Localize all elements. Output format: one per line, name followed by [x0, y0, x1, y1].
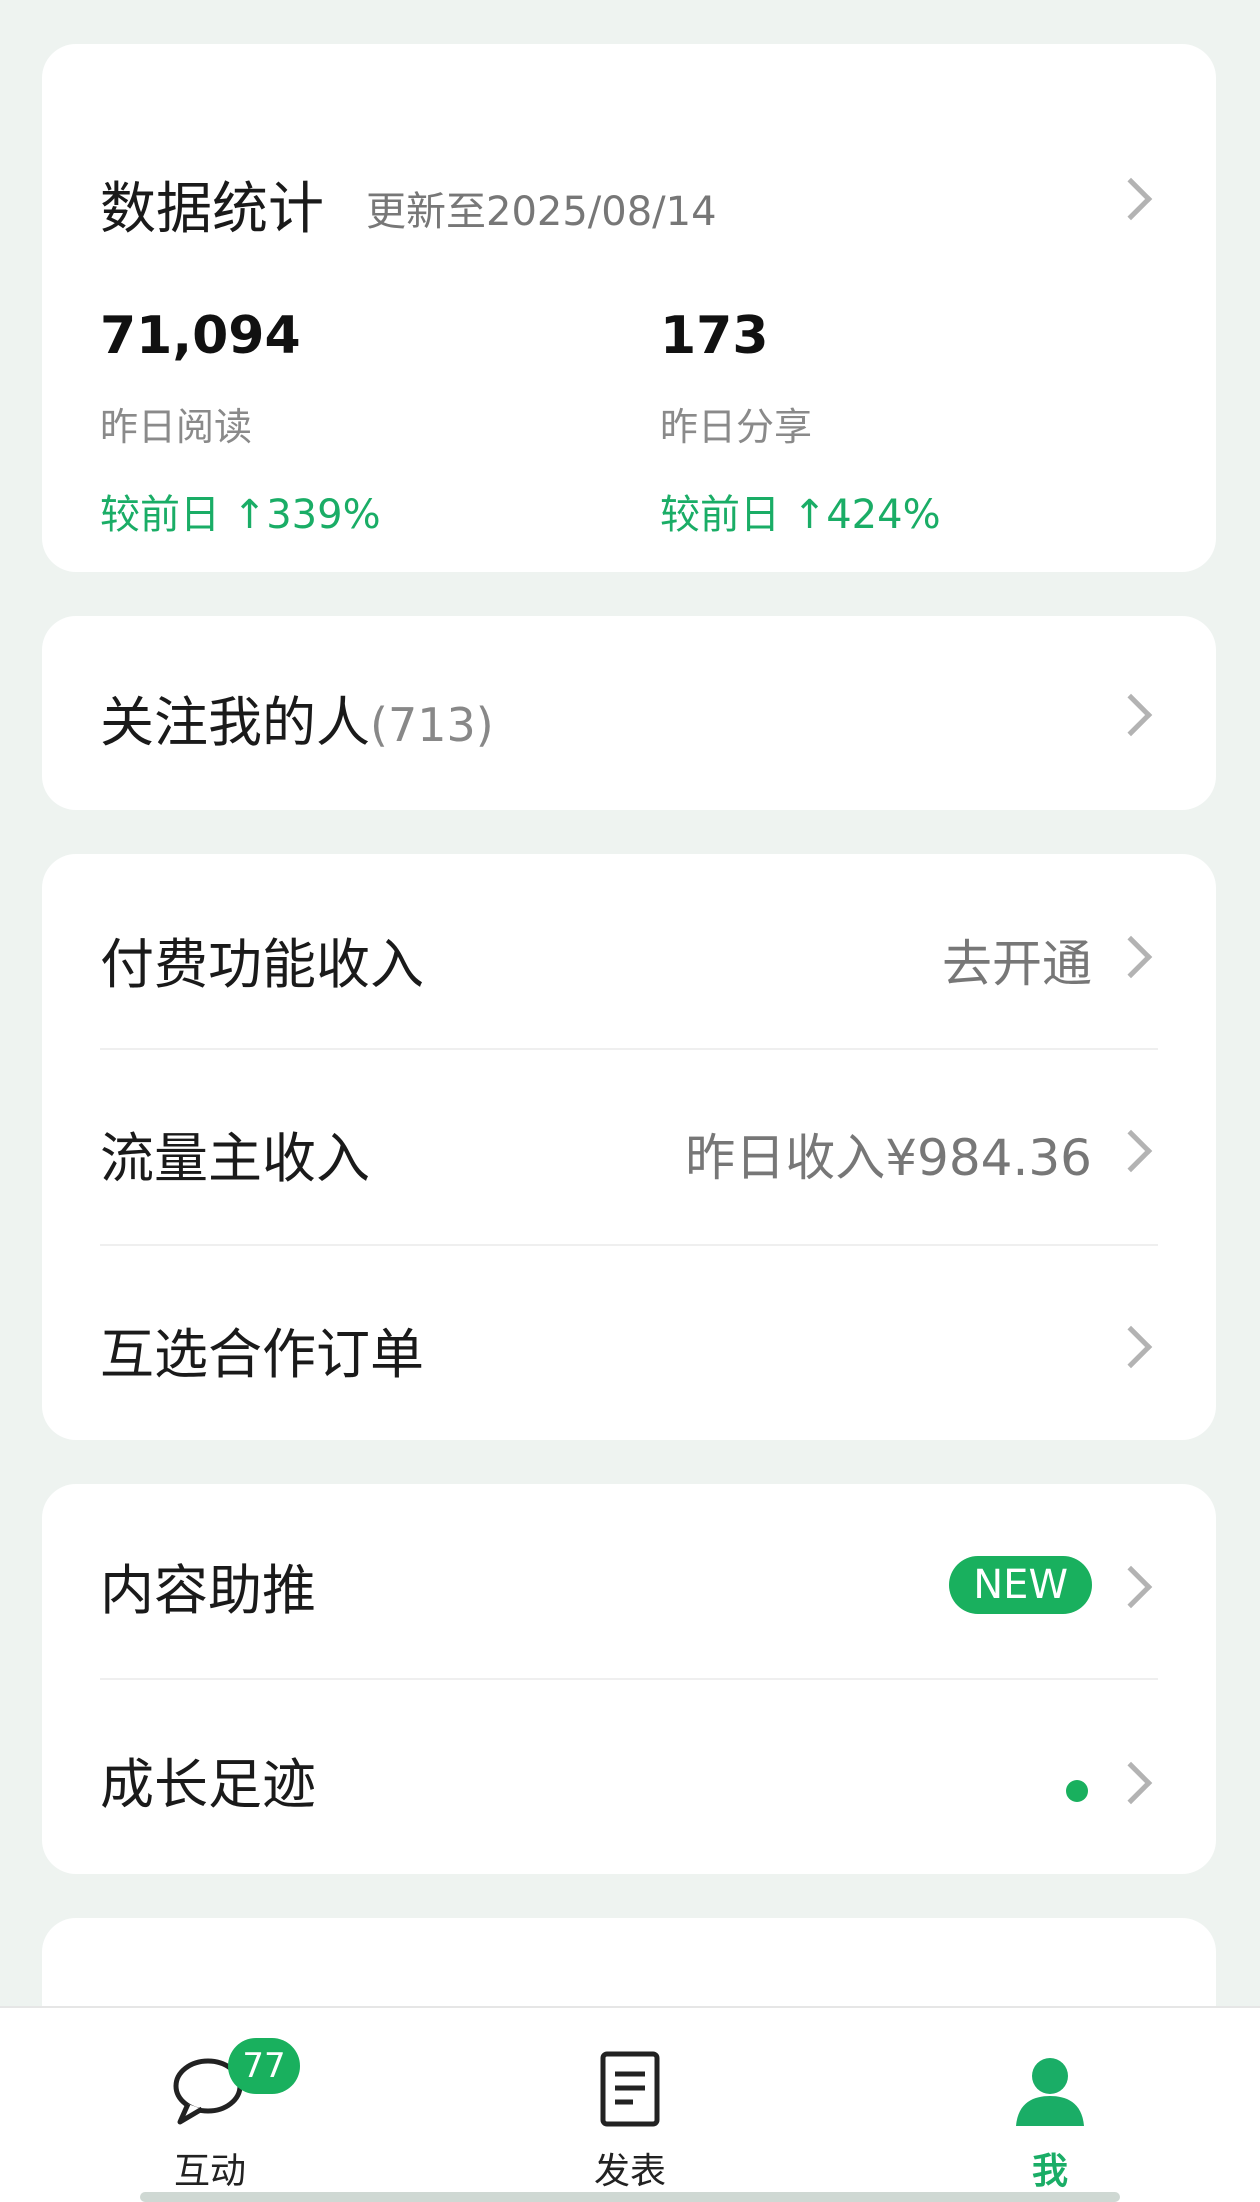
chevron-right-icon	[1109, 1761, 1153, 1805]
tab-interact-label: 互动	[173, 2151, 246, 2192]
shares-change: 较前日 ↑424%	[660, 492, 941, 538]
tab-publish-label: 发表	[593, 2151, 666, 2192]
yesterday-income-value: 昨日收入¥984.36	[685, 1129, 1092, 1187]
yesterday-shares-label: 昨日分享	[660, 405, 813, 449]
tab-publish[interactable]: 发表	[540, 2038, 720, 2192]
unread-count-badge: 77	[228, 2038, 300, 2094]
stats-updated-date: 更新至2025/08/14	[366, 189, 717, 235]
chevron-right-icon	[1109, 1129, 1153, 1173]
tab-me[interactable]: 我	[960, 2038, 1140, 2192]
stats-title: 数据统计	[100, 177, 324, 242]
followers-count: (713)	[370, 698, 494, 752]
chevron-right-icon	[1109, 693, 1153, 737]
data-stats-card[interactable]: 数据统计 更新至2025/08/14 71,094 昨日阅读 较前日 ↑339%…	[42, 44, 1216, 572]
growth-footprint-label[interactable]: 成长足迹	[100, 1740, 316, 1819]
divider	[100, 1678, 1158, 1680]
income-card: 付费功能收入 去开通 流量主收入 昨日收入¥984.36 互选合作订单	[42, 854, 1216, 1440]
chevron-right-icon	[1109, 935, 1153, 979]
paid-feature-income-label[interactable]: 付费功能收入	[100, 920, 424, 999]
reads-change: 较前日 ↑339%	[100, 492, 381, 538]
activate-link[interactable]: 去开通	[942, 924, 1092, 996]
user-icon	[1016, 2058, 1084, 2126]
unread-dot	[1066, 1780, 1088, 1802]
yesterday-shares-value: 173	[660, 306, 769, 366]
followers-label-wrap: 关注我的人(713)	[100, 678, 494, 757]
divider	[100, 1244, 1158, 1246]
yesterday-reads-value: 71,094	[100, 306, 301, 366]
followers-label: 关注我的人	[100, 691, 370, 754]
mutual-orders-label[interactable]: 互选合作订单	[100, 1310, 424, 1389]
chevron-right-icon	[1109, 177, 1153, 221]
tab-me-label: 我	[1031, 2151, 1068, 2192]
home-indicator	[140, 2192, 1120, 2202]
tab-interact[interactable]: 77 互动	[120, 2038, 300, 2192]
divider	[100, 1048, 1158, 1050]
content-promote-label[interactable]: 内容助推	[100, 1546, 316, 1625]
chevron-right-icon	[1109, 1565, 1153, 1609]
bottom-tab-bar: 77 互动 发表 我	[0, 2006, 1260, 2202]
tools-card: 内容助推 NEW 成长足迹	[42, 1484, 1216, 1874]
traffic-income-label[interactable]: 流量主收入	[100, 1114, 370, 1193]
document-icon	[600, 2051, 660, 2127]
yesterday-reads-label: 昨日阅读	[100, 405, 253, 449]
new-badge: NEW	[949, 1556, 1092, 1614]
followers-row[interactable]: 关注我的人(713)	[42, 616, 1216, 810]
chevron-right-icon	[1109, 1325, 1153, 1369]
